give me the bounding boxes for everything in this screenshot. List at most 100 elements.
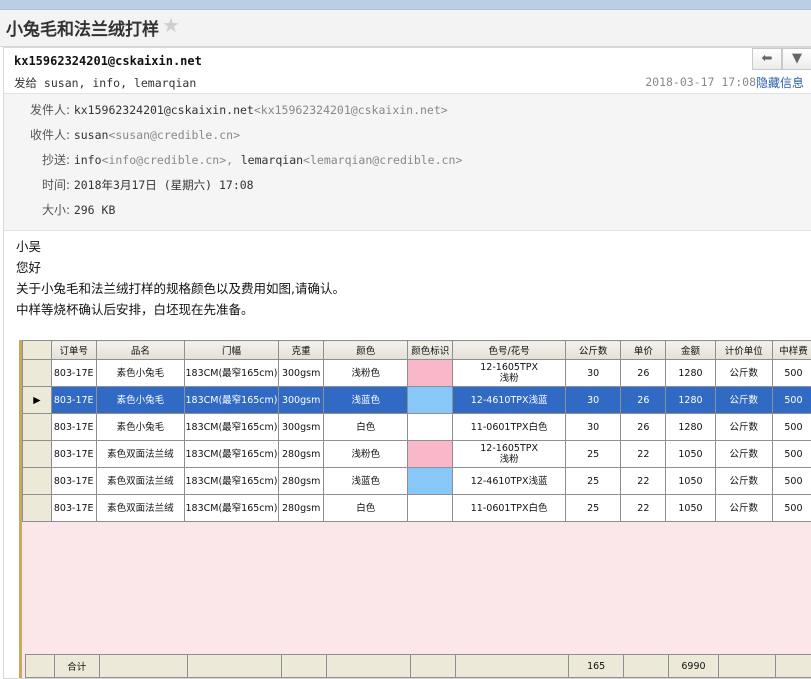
totals-cell: [99, 655, 187, 678]
cell-name[interactable]: 素色小兔毛: [96, 360, 184, 387]
cell-order[interactable]: 803-17E: [51, 387, 96, 414]
cell-width[interactable]: 183CM(最窄165cm): [184, 387, 278, 414]
cell-order[interactable]: 803-17E: [51, 495, 96, 522]
table-row[interactable]: 803-17E素色小兔毛183CM(最窄165cm)300gsm白色 11-060…: [23, 414, 811, 441]
cell-code[interactable]: 12-4610TPX浅蓝: [453, 387, 566, 414]
cell-name[interactable]: 素色双面法兰绒: [96, 441, 184, 468]
cell-swatch[interactable]: [408, 414, 453, 441]
cell-amount[interactable]: 1280: [666, 414, 715, 441]
cell-weight[interactable]: 280gsm: [279, 495, 324, 522]
sender-addr: <kx15962324201@cskaixin.net>: [254, 103, 448, 117]
cell-weight[interactable]: 300gsm: [279, 360, 324, 387]
body-line: 关于小兔毛和法兰绒打样的规格颜色以及费用如图,请确认。: [16, 278, 345, 299]
cell-amount[interactable]: 1050: [666, 441, 715, 468]
cell-name[interactable]: 素色小兔毛: [96, 387, 184, 414]
cell-fee[interactable]: 500: [772, 441, 811, 468]
cell-kg[interactable]: 25: [565, 441, 620, 468]
cell-color[interactable]: 浅粉色: [324, 441, 408, 468]
cell-unit[interactable]: 公斤数: [715, 360, 772, 387]
reply-icon[interactable]: ⬅: [752, 48, 782, 70]
cell-fee[interactable]: 500: [772, 468, 811, 495]
table-row[interactable]: 803-17E素色双面法兰绒183CM(最窄165cm)280gsm浅粉色 12-…: [23, 441, 811, 468]
cell-color[interactable]: 白色: [324, 495, 408, 522]
cc1-name[interactable]: info: [74, 153, 102, 167]
cell-kg[interactable]: 30: [565, 414, 620, 441]
cell-kg[interactable]: 25: [565, 468, 620, 495]
cell-kg[interactable]: 30: [565, 387, 620, 414]
cell-swatch[interactable]: [408, 387, 453, 414]
row-selector[interactable]: [23, 468, 52, 495]
column-header: 计价单位: [715, 341, 772, 360]
cell-code[interactable]: 11-0601TPX白色: [453, 414, 566, 441]
cell-unit[interactable]: 公斤数: [715, 387, 772, 414]
star-icon[interactable]: ★: [162, 13, 180, 37]
cell-name[interactable]: 素色小兔毛: [96, 414, 184, 441]
cell-swatch[interactable]: [408, 360, 453, 387]
cell-order[interactable]: 803-17E: [51, 468, 96, 495]
column-header: 门幅: [184, 341, 278, 360]
cell-color[interactable]: 浅蓝色: [324, 468, 408, 495]
cell-price[interactable]: 26: [621, 387, 666, 414]
cell-amount[interactable]: 1280: [666, 387, 715, 414]
row-selector[interactable]: [23, 360, 52, 387]
column-header: 品名: [96, 341, 184, 360]
row-selector[interactable]: [23, 441, 52, 468]
cell-price[interactable]: 22: [621, 441, 666, 468]
table-row[interactable]: ▶803-17E素色小兔毛183CM(最窄165cm)300gsm浅蓝色 12-4…: [23, 387, 811, 414]
recipient-name[interactable]: susan: [74, 128, 109, 142]
cell-fee[interactable]: 500: [772, 360, 811, 387]
cell-width[interactable]: 183CM(最窄165cm): [184, 414, 278, 441]
cell-width[interactable]: 183CM(最窄165cm): [184, 441, 278, 468]
cell-fee[interactable]: 500: [772, 414, 811, 441]
cell-amount[interactable]: 1280: [666, 360, 715, 387]
cell-color[interactable]: 浅粉色: [324, 360, 408, 387]
cell-swatch[interactable]: [408, 495, 453, 522]
more-icon[interactable]: ▼: [782, 48, 811, 70]
cell-amount[interactable]: 1050: [666, 495, 715, 522]
totals-table: 合计 165 6990: [25, 654, 811, 678]
cell-order[interactable]: 803-17E: [51, 441, 96, 468]
cell-unit[interactable]: 公斤数: [715, 441, 772, 468]
table-row[interactable]: 803-17E素色小兔毛183CM(最窄165cm)300gsm浅粉色 12-16…: [23, 360, 811, 387]
cell-weight[interactable]: 280gsm: [279, 441, 324, 468]
cell-name[interactable]: 素色双面法兰绒: [96, 468, 184, 495]
totals-cell: [456, 655, 569, 678]
cell-amount[interactable]: 1050: [666, 468, 715, 495]
cell-unit[interactable]: 公斤数: [715, 414, 772, 441]
cell-price[interactable]: 26: [621, 360, 666, 387]
table-row[interactable]: 803-17E素色双面法兰绒183CM(最窄165cm)280gsm白色 11-0…: [23, 495, 811, 522]
cell-swatch[interactable]: [408, 468, 453, 495]
row-selector[interactable]: [23, 495, 52, 522]
cell-order[interactable]: 803-17E: [51, 360, 96, 387]
row-selector[interactable]: [23, 414, 52, 441]
cell-price[interactable]: 26: [621, 414, 666, 441]
cell-code[interactable]: 11-0601TPX白色: [453, 495, 566, 522]
cell-code[interactable]: 12-1605TPX浅粉: [453, 360, 566, 387]
cell-unit[interactable]: 公斤数: [715, 495, 772, 522]
cell-kg[interactable]: 30: [565, 360, 620, 387]
table-row[interactable]: 803-17E素色双面法兰绒183CM(最窄165cm)280gsm浅蓝色 12-…: [23, 468, 811, 495]
cell-unit[interactable]: 公斤数: [715, 468, 772, 495]
cell-swatch[interactable]: [408, 441, 453, 468]
cell-code[interactable]: 12-1605TPX浅粉: [453, 441, 566, 468]
cell-price[interactable]: 22: [621, 468, 666, 495]
cell-name[interactable]: 素色双面法兰绒: [96, 495, 184, 522]
cell-kg[interactable]: 25: [565, 495, 620, 522]
cell-fee[interactable]: 500: [772, 387, 811, 414]
row-selector[interactable]: ▶: [23, 387, 52, 414]
cell-color[interactable]: 白色: [324, 414, 408, 441]
cell-weight[interactable]: 300gsm: [279, 414, 324, 441]
cell-weight[interactable]: 300gsm: [279, 387, 324, 414]
sender-name[interactable]: kx15962324201@cskaixin.net: [74, 103, 254, 117]
cell-color[interactable]: 浅蓝色: [324, 387, 408, 414]
cell-weight[interactable]: 280gsm: [279, 468, 324, 495]
cc2-name[interactable]: lemarqian: [241, 153, 303, 167]
cell-width[interactable]: 183CM(最窄165cm): [184, 360, 278, 387]
cell-fee[interactable]: 500: [772, 495, 811, 522]
cell-order[interactable]: 803-17E: [51, 414, 96, 441]
hide-info-link[interactable]: 隐藏信息: [756, 74, 804, 91]
cell-price[interactable]: 22: [621, 495, 666, 522]
cell-width[interactable]: 183CM(最窄165cm): [184, 495, 278, 522]
cell-width[interactable]: 183CM(最窄165cm): [184, 468, 278, 495]
cell-code[interactable]: 12-4610TPX浅蓝: [453, 468, 566, 495]
